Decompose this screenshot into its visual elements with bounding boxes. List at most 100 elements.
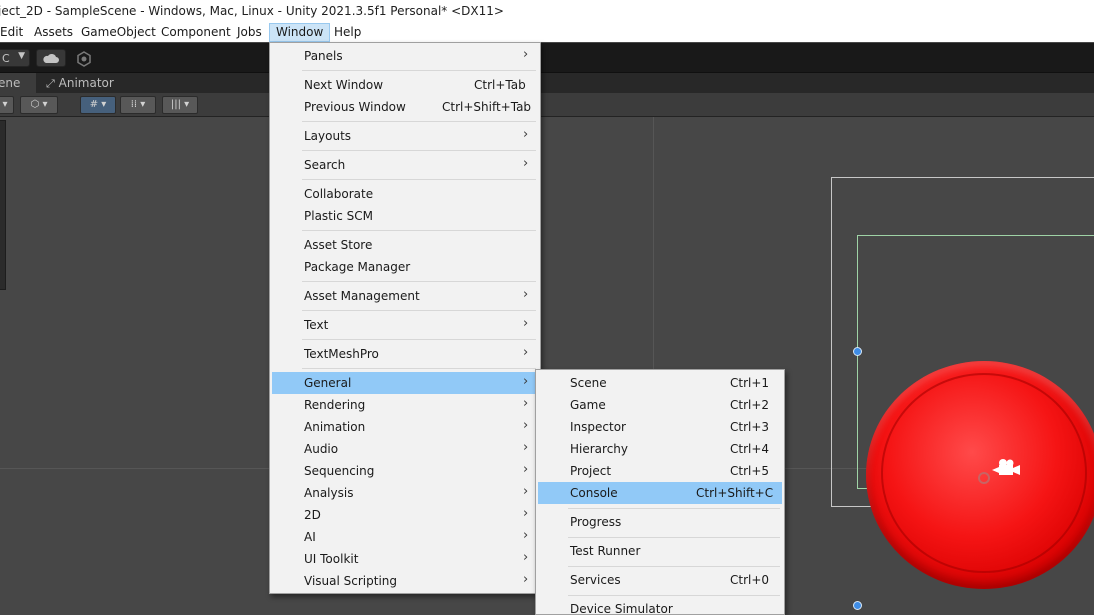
animator-icon: ⤢: [46, 77, 55, 90]
menu-item-ai[interactable]: AI ›: [272, 526, 538, 548]
submenu-item-device-simulator[interactable]: Device Simulator: [538, 598, 782, 615]
menu-bar: Edit Assets GameObject Component Jobs Wi…: [0, 22, 1094, 42]
menu-item-rendering[interactable]: Rendering ›: [272, 394, 538, 416]
chevron-right-icon: ›: [523, 287, 529, 302]
menu-help[interactable]: Help: [334, 25, 361, 39]
menu-item-collaborate[interactable]: Collaborate: [272, 183, 538, 205]
editor-toolbar: C ▼: [0, 43, 1094, 73]
tab-animator[interactable]: ⤢ Animator: [46, 76, 114, 91]
window-menu: Panels › Next Window Ctrl+Tab Previous W…: [269, 42, 541, 594]
chevron-right-icon: ›: [523, 47, 529, 62]
menu-jobs[interactable]: Jobs: [237, 25, 262, 39]
menu-item-audio[interactable]: Audio ›: [272, 438, 538, 460]
chevron-right-icon: ›: [523, 156, 529, 171]
menu-item-text[interactable]: Text ›: [272, 314, 538, 336]
menu-separator: [302, 281, 536, 282]
menu-gameobject[interactable]: GameObject: [81, 25, 156, 39]
scene-toolbar: ▾ ⬡ ▾ # ▾ ⁞⁞ ▾ ||| ▾: [0, 93, 1094, 117]
collab-icon[interactable]: [76, 51, 92, 67]
chevron-right-icon: ›: [523, 127, 529, 142]
cloud-icon: [43, 53, 59, 63]
chevron-right-icon: ›: [523, 506, 529, 521]
menu-item-ui-toolkit[interactable]: UI Toolkit ›: [272, 548, 538, 570]
menu-item-asset-store[interactable]: Asset Store: [272, 234, 538, 256]
rect-handle[interactable]: [853, 347, 862, 356]
chevron-right-icon: ›: [523, 418, 529, 433]
menu-separator: [302, 70, 536, 71]
chevron-right-icon: ›: [523, 316, 529, 331]
general-submenu: Scene Ctrl+1 Game Ctrl+2 Inspector Ctrl+…: [535, 369, 785, 615]
chevron-right-icon: ›: [523, 462, 529, 477]
chevron-right-icon: ›: [523, 572, 529, 587]
menu-item-animation[interactable]: Animation ›: [272, 416, 538, 438]
snap-grid-icon: ⁞⁞: [130, 99, 138, 110]
menu-item-package-manager[interactable]: Package Manager: [272, 256, 538, 278]
cube-icon: ⬡: [30, 99, 40, 110]
tab-scene[interactable]: ene: [0, 73, 36, 93]
menu-component[interactable]: Component: [161, 25, 231, 39]
menu-item-analysis[interactable]: Analysis ›: [272, 482, 538, 504]
snap-increment-dropdown[interactable]: ⁞⁞ ▾: [120, 96, 156, 114]
tab-strip: [0, 73, 1094, 93]
chevron-right-icon: ›: [523, 528, 529, 543]
menu-item-plastic-scm[interactable]: Plastic SCM: [272, 205, 538, 227]
submenu-item-hierarchy[interactable]: Hierarchy Ctrl+4: [538, 438, 782, 460]
chevron-right-icon: ›: [523, 440, 529, 455]
submenu-item-scene[interactable]: Scene Ctrl+1: [538, 372, 782, 394]
grid-icon: #: [89, 99, 99, 110]
submenu-item-progress[interactable]: Progress: [538, 511, 782, 533]
cloud-button[interactable]: [36, 49, 66, 67]
menu-item-textmeshpro[interactable]: TextMeshPro ›: [272, 343, 538, 365]
menu-separator: [568, 566, 780, 567]
submenu-item-game[interactable]: Game Ctrl+2: [538, 394, 782, 416]
menu-separator: [568, 508, 780, 509]
chevron-right-icon: ›: [523, 484, 529, 499]
gizmos-dropdown[interactable]: ||| ▾: [162, 96, 198, 114]
submenu-item-inspector[interactable]: Inspector Ctrl+3: [538, 416, 782, 438]
chevron-right-icon: ›: [523, 345, 529, 360]
menu-item-layouts[interactable]: Layouts ›: [272, 125, 538, 147]
grid-snap-dropdown[interactable]: # ▾: [80, 96, 116, 114]
menu-edit[interactable]: Edit: [0, 25, 23, 39]
menu-item-visual-scripting[interactable]: Visual Scripting ›: [272, 570, 538, 592]
submenu-item-project[interactable]: Project Ctrl+5: [538, 460, 782, 482]
menu-window[interactable]: Window: [269, 23, 331, 42]
menu-item-search[interactable]: Search ›: [272, 154, 538, 176]
chevron-right-icon: ›: [523, 374, 529, 389]
tab-scene-label: ene: [0, 76, 21, 90]
menu-item-asset-management[interactable]: Asset Management ›: [272, 285, 538, 307]
menu-item-sequencing[interactable]: Sequencing ›: [272, 460, 538, 482]
tool-palette[interactable]: [0, 120, 6, 290]
chevron-right-icon: ›: [523, 550, 529, 565]
menu-item-next-window[interactable]: Next Window Ctrl+Tab: [272, 74, 538, 96]
submenu-item-test-runner[interactable]: Test Runner: [538, 540, 782, 562]
menu-assets[interactable]: Assets: [34, 25, 73, 39]
menu-separator: [302, 368, 536, 369]
menu-item-general[interactable]: General ›: [272, 372, 538, 394]
submenu-item-services[interactable]: Services Ctrl+0: [538, 569, 782, 591]
window-title: ject_2D - SampleScene - Windows, Mac, Li…: [0, 4, 504, 18]
menu-separator: [302, 179, 536, 180]
shading-dropdown[interactable]: ▾: [0, 96, 14, 114]
pivot-gizmo[interactable]: [978, 472, 990, 484]
menu-item-previous-window[interactable]: Previous Window Ctrl+Shift+Tab: [272, 96, 538, 118]
account-dropdown[interactable]: C ▼: [0, 49, 30, 67]
menu-separator: [568, 595, 780, 596]
menu-separator: [568, 537, 780, 538]
ruler-icon: |||: [170, 99, 181, 110]
rect-handle[interactable]: [853, 601, 862, 610]
menu-separator: [302, 339, 536, 340]
title-bar: ject_2D - SampleScene - Windows, Mac, Li…: [0, 0, 1094, 22]
menu-separator: [302, 230, 536, 231]
chevron-right-icon: ›: [523, 396, 529, 411]
submenu-item-console[interactable]: Console Ctrl+Shift+C: [538, 482, 782, 504]
menu-item-panels[interactable]: Panels ›: [272, 45, 538, 67]
render-mode-dropdown[interactable]: ⬡ ▾: [20, 96, 58, 114]
menu-item-2d[interactable]: 2D ›: [272, 504, 538, 526]
tab-animator-label: Animator: [58, 76, 114, 90]
camera-gizmo-icon: [990, 457, 1022, 484]
menu-separator: [302, 121, 536, 122]
chevron-down-icon: ▼: [18, 51, 25, 61]
menu-separator: [302, 310, 536, 311]
menu-separator: [302, 150, 536, 151]
